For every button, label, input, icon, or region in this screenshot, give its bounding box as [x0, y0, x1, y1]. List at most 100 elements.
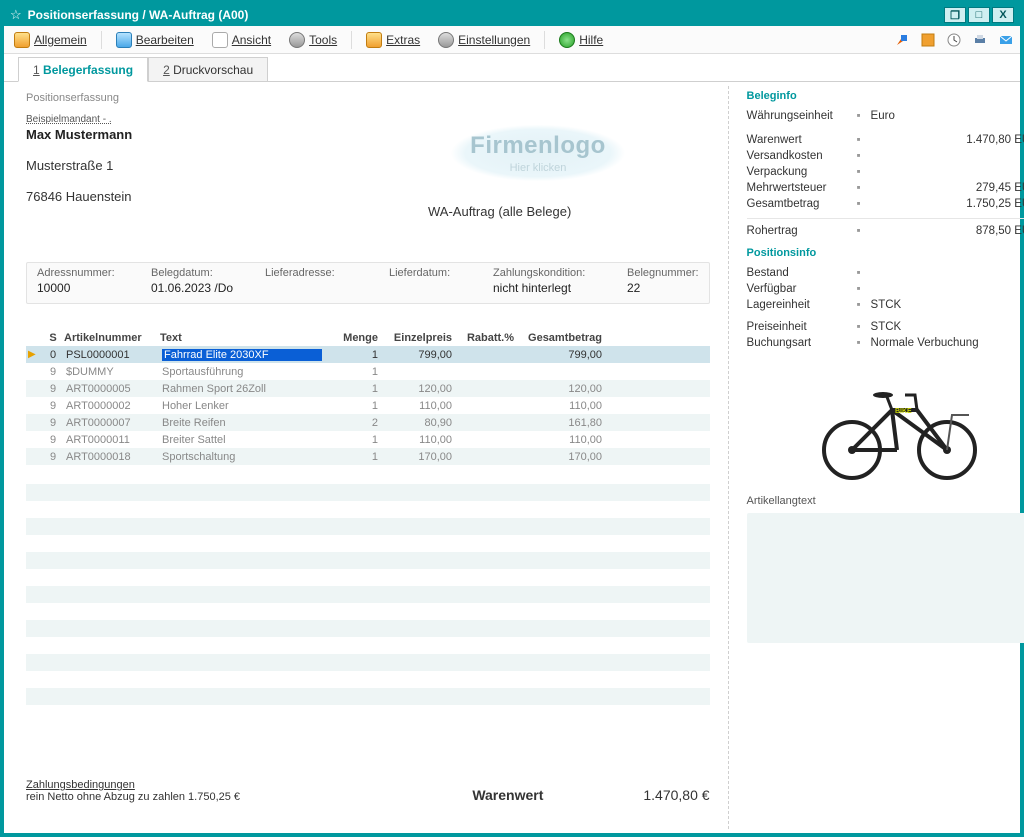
meta-value-adressnummer[interactable]: 10000: [37, 281, 147, 295]
meta-label: Adressnummer:: [37, 267, 147, 281]
meta-value-zahlungskondition[interactable]: nicht hinterlegt: [493, 281, 623, 295]
menu-label: Ansicht: [232, 33, 271, 47]
cell-text-edit[interactable]: Fahrrad Elite 2030XF: [162, 349, 322, 361]
window-close-button[interactable]: X: [992, 7, 1014, 23]
toolbar-mail-icon[interactable]: [998, 32, 1014, 48]
menu-extras[interactable]: Extras: [362, 30, 424, 50]
table-row[interactable]: 9 ART0000005 Rahmen Sport 26Zoll 1 120,0…: [26, 380, 710, 397]
cell-s: 9: [42, 433, 64, 447]
window-maximize-button[interactable]: □: [968, 7, 990, 23]
cell-rabatt: [458, 405, 520, 407]
menu-tools[interactable]: Tools: [285, 30, 341, 50]
logo-text: Firmenlogo: [470, 132, 606, 160]
tab-druckvorschau[interactable]: 2 Druckvorschau: [148, 57, 268, 81]
section-title: Positionserfassung: [26, 92, 710, 104]
cell-rabatt: [458, 422, 520, 424]
meta-value-lieferdatum[interactable]: [389, 281, 489, 295]
tabbar: 1 Belegerfassung 2 Druckvorschau: [4, 54, 1020, 82]
cell-einzelpreis: 110,00: [384, 399, 458, 413]
settings-icon: [438, 32, 454, 48]
table-row[interactable]: ▶ 0 PSL0000001 Fahrrad Elite 2030XF 1 79…: [26, 346, 710, 363]
table-row[interactable]: 9 ART0000002 Hoher Lenker 1 110,00 110,0…: [26, 397, 710, 414]
cell-menge: 1: [334, 348, 384, 362]
table-row[interactable]: 9 ART0000018 Sportschaltung 1 170,00 170…: [26, 448, 710, 465]
kv-value: Euro: [871, 110, 1024, 122]
tab-num: 2: [163, 63, 170, 77]
toolbar-note-icon[interactable]: [920, 32, 936, 48]
row-caret-icon: ▶: [26, 348, 42, 361]
table-row[interactable]: 9 ART0000007 Breite Reifen 2 80,90 161,8…: [26, 414, 710, 431]
meta-label: Belegnummer:: [627, 267, 699, 281]
col-menge: Menge: [334, 332, 384, 344]
kv-key: Buchungsart: [747, 337, 857, 349]
svg-text:BIKE: BIKE: [895, 408, 912, 415]
cell-artikelnummer: ART0000011: [64, 433, 160, 447]
cell-text: Rahmen Sport 26Zoll: [160, 382, 334, 396]
menu-allgemein[interactable]: Allgemein: [10, 30, 91, 50]
cell-s: 9: [42, 365, 64, 379]
cell-gesamt: 120,00: [520, 382, 608, 396]
menu-einstellungen[interactable]: Einstellungen: [434, 30, 534, 50]
menu-label: Tools: [309, 33, 337, 47]
cell-einzelpreis: [384, 371, 458, 373]
cell-artikelnummer: ART0000018: [64, 450, 160, 464]
table-row[interactable]: 9 ART0000011 Breiter Sattel 1 110,00 110…: [26, 431, 710, 448]
kv-key: Mehrwertsteuer: [747, 182, 857, 194]
left-pane: Positionserfassung Beispielmandant - . M…: [8, 86, 728, 829]
window-restore-button[interactable]: ❐: [944, 7, 966, 23]
menubar: Allgemein Bearbeiten Ansicht Tools Extra…: [4, 26, 1020, 54]
fav-star-icon[interactable]: ☆: [10, 7, 22, 23]
edit-icon: [116, 32, 132, 48]
col-artikelnummer: Artikelnummer: [64, 332, 160, 344]
document-type: WA-Auftrag (alle Belege): [428, 204, 571, 219]
menu-label: Allgemein: [34, 33, 87, 47]
cell-menge: 1: [334, 433, 384, 447]
menu-hilfe[interactable]: Hilfe: [555, 30, 607, 50]
positionsinfo-title: Positionsinfo: [747, 247, 1024, 259]
menu-separator: [351, 31, 352, 49]
menu-bearbeiten[interactable]: Bearbeiten: [112, 30, 198, 50]
kv-key: Währungseinheit: [747, 110, 857, 122]
menu-label: Hilfe: [579, 33, 603, 47]
cell-einzelpreis: 110,00: [384, 433, 458, 447]
payment-terms-text: rein Netto ohne Abzug zu zahlen 1.750,25…: [26, 791, 240, 803]
cell-artikelnummer: ART0000002: [64, 399, 160, 413]
cell-menge: 1: [334, 399, 384, 413]
menu-ansicht[interactable]: Ansicht: [208, 30, 275, 50]
toolbar-clock-icon[interactable]: [946, 32, 962, 48]
window-title: Positionserfassung / WA-Auftrag (A00): [28, 8, 942, 22]
meta-label: Lieferadresse:: [265, 267, 385, 281]
cell-gesamt: 161,80: [520, 416, 608, 430]
cell-s: 9: [42, 416, 64, 430]
toolbar-pin-icon[interactable]: [894, 32, 910, 48]
meta-label: Belegdatum:: [151, 267, 261, 281]
col-text: Text: [160, 332, 334, 344]
table-row[interactable]: 9 $DUMMY Sportausführung 1: [26, 363, 710, 380]
product-image: BIKE: [797, 355, 997, 485]
cell-text: Breite Reifen: [160, 416, 334, 430]
meta-label: Lieferdatum:: [389, 267, 489, 281]
extras-icon: [366, 32, 382, 48]
cell-einzelpreis: 799,00: [384, 348, 458, 362]
menu-label: Bearbeiten: [136, 33, 194, 47]
meta-value-lieferadresse[interactable]: [265, 281, 385, 295]
tab-belegerfassung[interactable]: 1 Belegerfassung: [18, 57, 148, 82]
positions-table: S Artikelnummer Text Menge Einzelpreis R…: [26, 330, 710, 722]
cell-s: 9: [42, 399, 64, 413]
help-icon: [559, 32, 575, 48]
cell-artikelnummer: ART0000005: [64, 382, 160, 396]
empty-rows: [26, 467, 710, 722]
kv-key: Verpackung: [747, 166, 857, 178]
kv-value: 1.470,80 EUR: [871, 134, 1024, 146]
logo-subtext: Hier klicken: [510, 162, 567, 174]
artikellangtext-box[interactable]: [747, 513, 1024, 643]
company-logo-placeholder[interactable]: Firmenlogo Hier klicken: [428, 112, 648, 194]
menu-separator: [101, 31, 102, 49]
meta-value-belegdatum[interactable]: 01.06.2023 /Do: [151, 281, 261, 295]
toolbar-print-icon[interactable]: [972, 32, 988, 48]
cell-s: 9: [42, 450, 64, 464]
cell-gesamt: 110,00: [520, 433, 608, 447]
meta-value-belegnummer[interactable]: 22: [627, 281, 699, 295]
beleginfo-title: Beleginfo: [747, 90, 1024, 102]
warenwert-label: Warenwert: [472, 787, 543, 803]
